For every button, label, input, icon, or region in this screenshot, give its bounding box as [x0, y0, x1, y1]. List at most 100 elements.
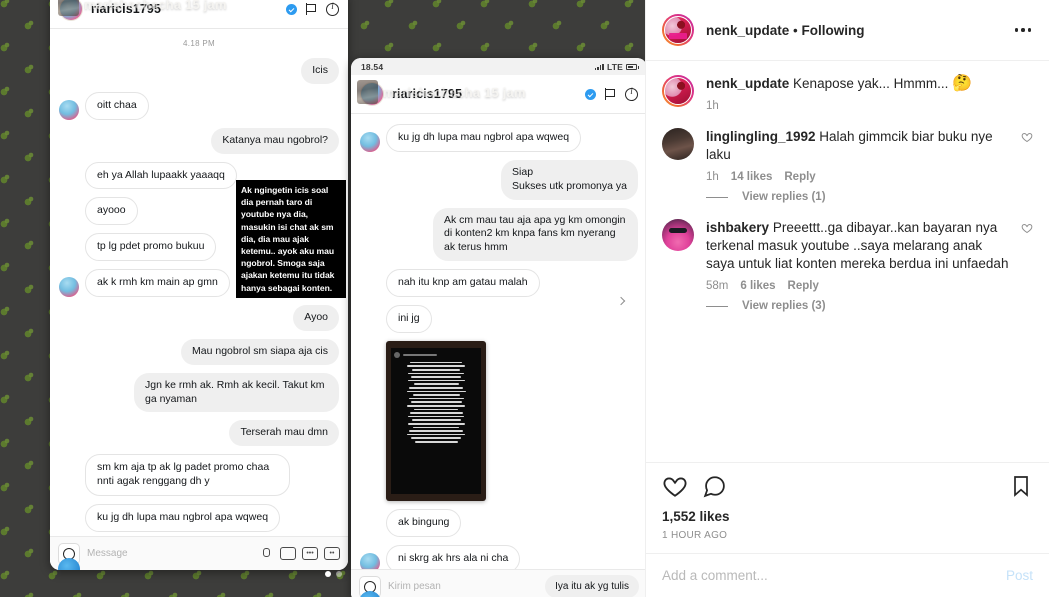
- dm-header-a: riaricis1795: [50, 0, 348, 29]
- chat-bubble: ak k rmh km main ap gmn: [85, 269, 230, 298]
- comment-text-line: ishbakery Preeettt..ga dibayar..kan baya…: [706, 219, 1009, 273]
- comment-meta: 58m 6 likes Reply: [706, 280, 1009, 292]
- view-replies-button[interactable]: View replies (1): [742, 191, 826, 203]
- chat-bubble: nah itu knp am gatau malah: [386, 269, 540, 298]
- heart-icon[interactable]: [1021, 131, 1033, 143]
- carousel-dot-2[interactable]: [336, 571, 342, 577]
- ellipsis-icon: [1014, 28, 1018, 32]
- gallery-icon[interactable]: [280, 547, 296, 560]
- comment-meta: 1h 14 likes Reply: [706, 171, 1009, 183]
- chat-row: Mau ngobrol sm siapa aja cis: [59, 338, 339, 365]
- carousel-next-button[interactable]: [611, 290, 633, 312]
- likes-count[interactable]: 1,552 likes: [662, 509, 1033, 524]
- chat-row: Katanya mau ngobrol?: [59, 127, 339, 154]
- chat-attachment-image[interactable]: [386, 340, 486, 501]
- thinking-face-emoji: 🤔: [952, 75, 973, 92]
- post-media[interactable]: riaricis1795 4.18 PM Icis oitt chaa Kata…: [0, 0, 645, 597]
- status-time: 18.54: [361, 61, 384, 72]
- chat-avatar-spacer: [59, 241, 79, 261]
- post-sidebar: nenk_update • Following nenk_update Kena…: [645, 0, 1049, 597]
- attachment-username-bar: [403, 353, 437, 356]
- heart-icon[interactable]: [662, 473, 688, 499]
- chat-avatar-spacer: [360, 277, 380, 297]
- dm-input-placeholder-b[interactable]: Kirim pesan: [388, 581, 538, 592]
- comment-likes[interactable]: 6 likes: [740, 280, 775, 292]
- dm-header-b: riaricis1795: [351, 75, 645, 114]
- dm-avatar-icon: [360, 82, 384, 106]
- post-author-username[interactable]: nenk_update: [706, 23, 789, 38]
- chat-bubble: ak bingung: [386, 508, 462, 537]
- view-replies-row[interactable]: View replies (1): [706, 191, 1009, 203]
- action-buttons-row: [662, 473, 1033, 499]
- post-actions: 1,552 likes 1 HOUR AGO: [646, 462, 1049, 553]
- chat-bubble: sm km aja tp ak lg padet promo chaa nnti…: [85, 454, 290, 497]
- follow-state-button[interactable]: Following: [802, 23, 865, 38]
- avatar[interactable]: [662, 219, 694, 252]
- flag-icon[interactable]: [306, 3, 317, 15]
- chat-row: Ayoo: [59, 305, 339, 331]
- chat-row: oitt chaa: [59, 91, 339, 120]
- comment-body: ishbakery Preeettt..ga dibayar..kan baya…: [706, 219, 1009, 312]
- emoji-icon[interactable]: ••: [324, 547, 340, 560]
- comment-reply-button[interactable]: Reply: [784, 171, 815, 183]
- bookmark-icon[interactable]: [1009, 474, 1033, 498]
- annotation-overlay: Ak ngingetin icis soal dia pernah taro d…: [236, 180, 346, 298]
- dm-avatar-icon: [59, 0, 83, 21]
- chat-bubble: Mau ngobrol sm siapa aja cis: [181, 338, 339, 365]
- dm-header-icons-a: [286, 1, 339, 16]
- dm-input-bar-a[interactable]: Message ••• ••: [50, 536, 348, 570]
- signal-icon: [594, 63, 604, 70]
- comment-bubble-icon[interactable]: [702, 474, 727, 499]
- heart-icon[interactable]: [1021, 222, 1033, 234]
- comments-list[interactable]: nenk_update Kenapose yak... Hmmm... 🤔 1h…: [646, 61, 1049, 462]
- view-replies-row[interactable]: View replies (3): [706, 300, 1009, 312]
- comment-text-line: linglingling_1992 Halah gimmcik biar buk…: [706, 128, 1009, 164]
- chat-bubble: Ak cm mau tau aja apa yg km omongin di k…: [433, 207, 638, 262]
- chat-bubble: tp lg pdet promo bukuu: [85, 233, 217, 262]
- dm-chat-b: ku jg dh lupa mau ngbrol apa wqweq Siap …: [351, 114, 645, 597]
- chat-bubble: Icis: [301, 58, 339, 84]
- info-icon[interactable]: [326, 1, 339, 16]
- view-replies-button[interactable]: View replies (3): [742, 300, 826, 312]
- chat-avatar-icon: [59, 99, 79, 120]
- chat-avatar-icon: [59, 277, 79, 298]
- ellipsis-icon: [1027, 28, 1031, 32]
- chat-row: Ak cm mau tau aja apa yg km omongin di k…: [360, 207, 638, 262]
- chat-timestamp-a: 4.18 PM: [183, 39, 215, 48]
- chat-row: ku jg dh lupa mau ngbrol apa wqweq: [59, 504, 339, 532]
- mic-icon[interactable]: [258, 547, 274, 560]
- chat-avatar-spacer: [360, 313, 380, 333]
- post-caption: nenk_update Kenapose yak... Hmmm... 🤔 1h: [662, 75, 1033, 112]
- post-timestamp: 1 HOUR AGO: [662, 530, 728, 541]
- add-comment-bar[interactable]: Add a comment... Post: [646, 553, 1049, 597]
- carousel-dot-1[interactable]: [325, 571, 331, 577]
- sticker-icon[interactable]: •••: [302, 547, 318, 560]
- flag-icon[interactable]: [605, 88, 616, 100]
- author-avatar[interactable]: [662, 14, 694, 46]
- info-icon[interactable]: [625, 86, 638, 101]
- avatar[interactable]: [662, 75, 694, 107]
- caption-username[interactable]: nenk_update: [706, 76, 789, 91]
- dm-username-a: riaricis1795: [91, 2, 162, 16]
- chat-bubble: ku jg dh lupa mau ngbrol apa wqweq: [386, 124, 582, 152]
- dm-input-placeholder-a[interactable]: Message: [87, 548, 251, 559]
- more-options-button[interactable]: [1013, 22, 1034, 38]
- comment-body: linglingling_1992 Halah gimmcik biar buk…: [706, 128, 1009, 203]
- add-comment-input[interactable]: Add a comment...: [662, 568, 1006, 583]
- verified-badge-icon: [286, 3, 297, 15]
- chat-avatar-spacer: [59, 205, 79, 225]
- comment-likes[interactable]: 14 likes: [731, 171, 773, 183]
- comment-time: 58m: [706, 280, 729, 293]
- battery-icon: [626, 63, 639, 70]
- comment-reply-button[interactable]: Reply: [788, 280, 819, 292]
- caption-time: 1h: [706, 100, 719, 113]
- status-indicators: LTE: [594, 61, 639, 72]
- comment-username[interactable]: linglingling_1992: [706, 129, 816, 144]
- avatar[interactable]: [662, 128, 694, 161]
- chat-row: Jgn ke rmh ak. Rmh ak kecil. Takut km ga…: [59, 372, 339, 413]
- header-separator: •: [793, 22, 798, 38]
- network-label: LTE: [606, 61, 623, 72]
- dm-input-bar-b[interactable]: Kirim pesan Iya itu ak yg tulis: [351, 569, 645, 597]
- comment-username[interactable]: ishbakery: [706, 220, 769, 235]
- post-comment-button[interactable]: Post: [1006, 568, 1033, 583]
